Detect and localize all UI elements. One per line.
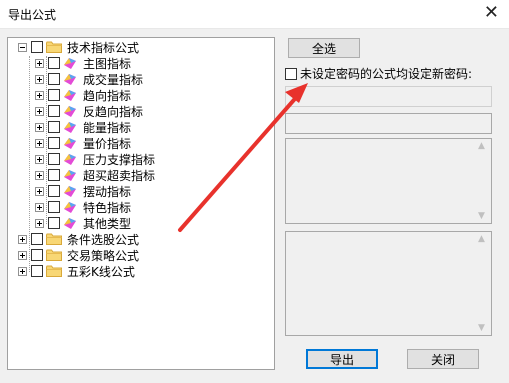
- formula-icon: [64, 218, 76, 229]
- set-password-checkbox[interactable]: [285, 67, 297, 80]
- tree-node-child[interactable]: 特色指标: [35, 199, 131, 215]
- tree-node-label: 五彩K线公式: [67, 264, 135, 279]
- formula-icon: [64, 202, 76, 213]
- expand-icon[interactable]: [35, 186, 44, 196]
- tree-node-child[interactable]: 压力支撑指标: [35, 151, 155, 167]
- tree-node-child[interactable]: 反趋向指标: [35, 103, 143, 119]
- export-button[interactable]: 导出: [306, 349, 378, 369]
- folder-icon: [46, 233, 62, 245]
- checkbox[interactable]: [48, 153, 60, 165]
- checkbox[interactable]: [31, 265, 43, 277]
- tree-node-child[interactable]: 主图指标: [35, 55, 131, 71]
- tree-node-root[interactable]: 条件选股公式: [18, 231, 139, 247]
- tree-node-root[interactable]: 交易策略公式: [18, 247, 139, 263]
- window-title: 导出公式: [8, 8, 57, 22]
- folder-icon: [46, 41, 62, 53]
- tree-node-child[interactable]: 其他类型: [35, 215, 131, 231]
- expand-icon[interactable]: [35, 218, 44, 228]
- checkbox[interactable]: [48, 217, 60, 229]
- info-field: [285, 113, 492, 134]
- tree-node-label: 能量指标: [83, 120, 132, 135]
- formula-icon: [64, 138, 76, 149]
- tree-node-label: 压力支撑指标: [83, 152, 156, 167]
- checkbox[interactable]: [48, 185, 60, 197]
- checkbox[interactable]: [48, 137, 60, 149]
- expand-icon[interactable]: [35, 58, 44, 68]
- expand-icon[interactable]: [35, 106, 44, 116]
- scroll-down-icon[interactable]: ▼: [478, 211, 485, 221]
- tree-node-child[interactable]: 量价指标: [35, 135, 131, 151]
- expand-icon[interactable]: [35, 170, 44, 180]
- formula-content-box[interactable]: ▲ ▼: [285, 231, 492, 336]
- tree-node-child[interactable]: 摆动指标: [35, 183, 131, 199]
- formula-tree[interactable]: 技术指标公式 主图指标 成交量指标 趋向指标 反趋向指标 能量指标 量价指标 压…: [7, 37, 275, 370]
- checkbox[interactable]: [48, 89, 60, 101]
- collapse-icon[interactable]: [18, 42, 27, 52]
- checkbox[interactable]: [48, 105, 60, 117]
- tree-node-label: 交易策略公式: [67, 248, 140, 263]
- expand-icon[interactable]: [35, 138, 44, 148]
- tree-node-root[interactable]: 五彩K线公式: [18, 263, 135, 279]
- checkbox[interactable]: [48, 57, 60, 69]
- expand-icon[interactable]: [35, 154, 44, 164]
- expand-icon[interactable]: [35, 74, 44, 84]
- tree-node-label: 条件选股公式: [67, 232, 140, 247]
- expand-icon[interactable]: [18, 266, 27, 276]
- tree-node-label: 技术指标公式: [67, 40, 140, 55]
- select-all-button[interactable]: 全选: [288, 38, 360, 58]
- formula-icon: [64, 74, 76, 85]
- checkbox[interactable]: [48, 121, 60, 133]
- expand-icon[interactable]: [18, 234, 27, 244]
- tree-node-label: 趋向指标: [83, 88, 132, 103]
- folder-icon: [46, 249, 62, 261]
- tree-node-label: 成交量指标: [83, 72, 144, 87]
- formula-icon: [64, 58, 76, 69]
- password-field[interactable]: [285, 86, 492, 107]
- formula-icon: [64, 122, 76, 133]
- tree-node-child[interactable]: 趋向指标: [35, 87, 131, 103]
- expand-icon[interactable]: [18, 250, 27, 260]
- expand-icon[interactable]: [35, 122, 44, 132]
- tree-node-child[interactable]: 成交量指标: [35, 71, 143, 87]
- scroll-up-icon[interactable]: ▲: [478, 234, 485, 244]
- checkbox[interactable]: [31, 233, 43, 245]
- expand-icon[interactable]: [35, 90, 44, 100]
- expand-icon[interactable]: [35, 202, 44, 212]
- checkbox[interactable]: [48, 73, 60, 85]
- close-button[interactable]: 关闭: [407, 349, 479, 369]
- checkbox[interactable]: [31, 249, 43, 261]
- set-password-label: 未设定密码的公式均设定新密码:: [300, 67, 473, 81]
- tree-node-label: 反趋向指标: [83, 104, 144, 119]
- title-bar: 导出公式 ✕: [0, 0, 509, 29]
- password-option[interactable]: 未设定密码的公式均设定新密码:: [285, 65, 472, 82]
- tree-node-label: 其他类型: [83, 216, 132, 231]
- close-icon[interactable]: ✕: [484, 3, 499, 23]
- formula-icon: [64, 106, 76, 117]
- scroll-up-icon[interactable]: ▲: [478, 141, 485, 151]
- description-box[interactable]: ▲ ▼: [285, 138, 492, 224]
- formula-icon: [64, 186, 76, 197]
- tree-node-label: 特色指标: [83, 200, 132, 215]
- formula-icon: [64, 154, 76, 165]
- scroll-down-icon[interactable]: ▼: [478, 323, 485, 333]
- tree-node-label: 量价指标: [83, 136, 132, 151]
- checkbox[interactable]: [48, 169, 60, 181]
- scrollbar[interactable]: ▲ ▼: [474, 139, 491, 223]
- tree-node-root[interactable]: 技术指标公式: [18, 39, 139, 55]
- folder-icon: [46, 265, 62, 277]
- formula-icon: [64, 90, 76, 101]
- checkbox[interactable]: [31, 41, 43, 53]
- scrollbar[interactable]: ▲ ▼: [474, 232, 491, 335]
- tree-node-label: 摆动指标: [83, 184, 132, 199]
- checkbox[interactable]: [48, 201, 60, 213]
- tree-node-label: 主图指标: [83, 56, 132, 71]
- tree-node-child[interactable]: 超买超卖指标: [35, 167, 155, 183]
- tree-node-label: 超买超卖指标: [83, 168, 156, 183]
- tree-node-child[interactable]: 能量指标: [35, 119, 131, 135]
- formula-icon: [64, 170, 76, 181]
